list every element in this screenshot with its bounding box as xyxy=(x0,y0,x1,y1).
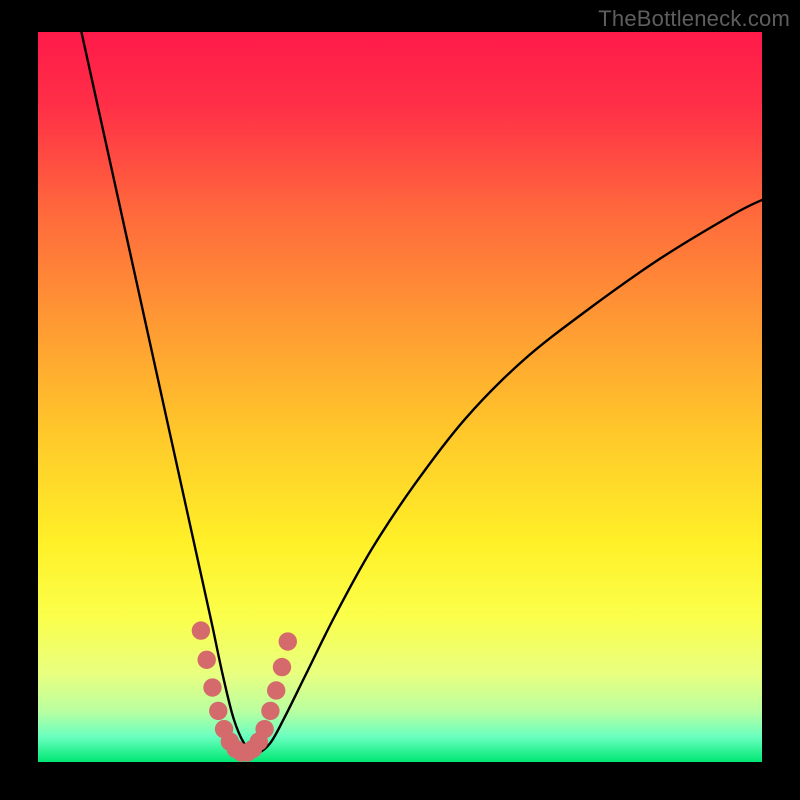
valley-marker xyxy=(261,702,279,720)
valley-marker xyxy=(255,720,273,738)
valley-marker xyxy=(197,651,215,669)
valley-marker xyxy=(267,681,285,699)
bottleneck-curve xyxy=(81,32,762,753)
valley-marker xyxy=(192,621,210,639)
valley-marker xyxy=(203,678,221,696)
watermark-text: TheBottleneck.com xyxy=(598,6,790,32)
valley-markers xyxy=(192,621,297,761)
plot-area xyxy=(38,32,762,762)
valley-marker xyxy=(279,632,297,650)
chart-frame: TheBottleneck.com xyxy=(0,0,800,800)
valley-marker xyxy=(273,658,291,676)
curve-layer xyxy=(38,32,762,762)
valley-marker xyxy=(209,702,227,720)
